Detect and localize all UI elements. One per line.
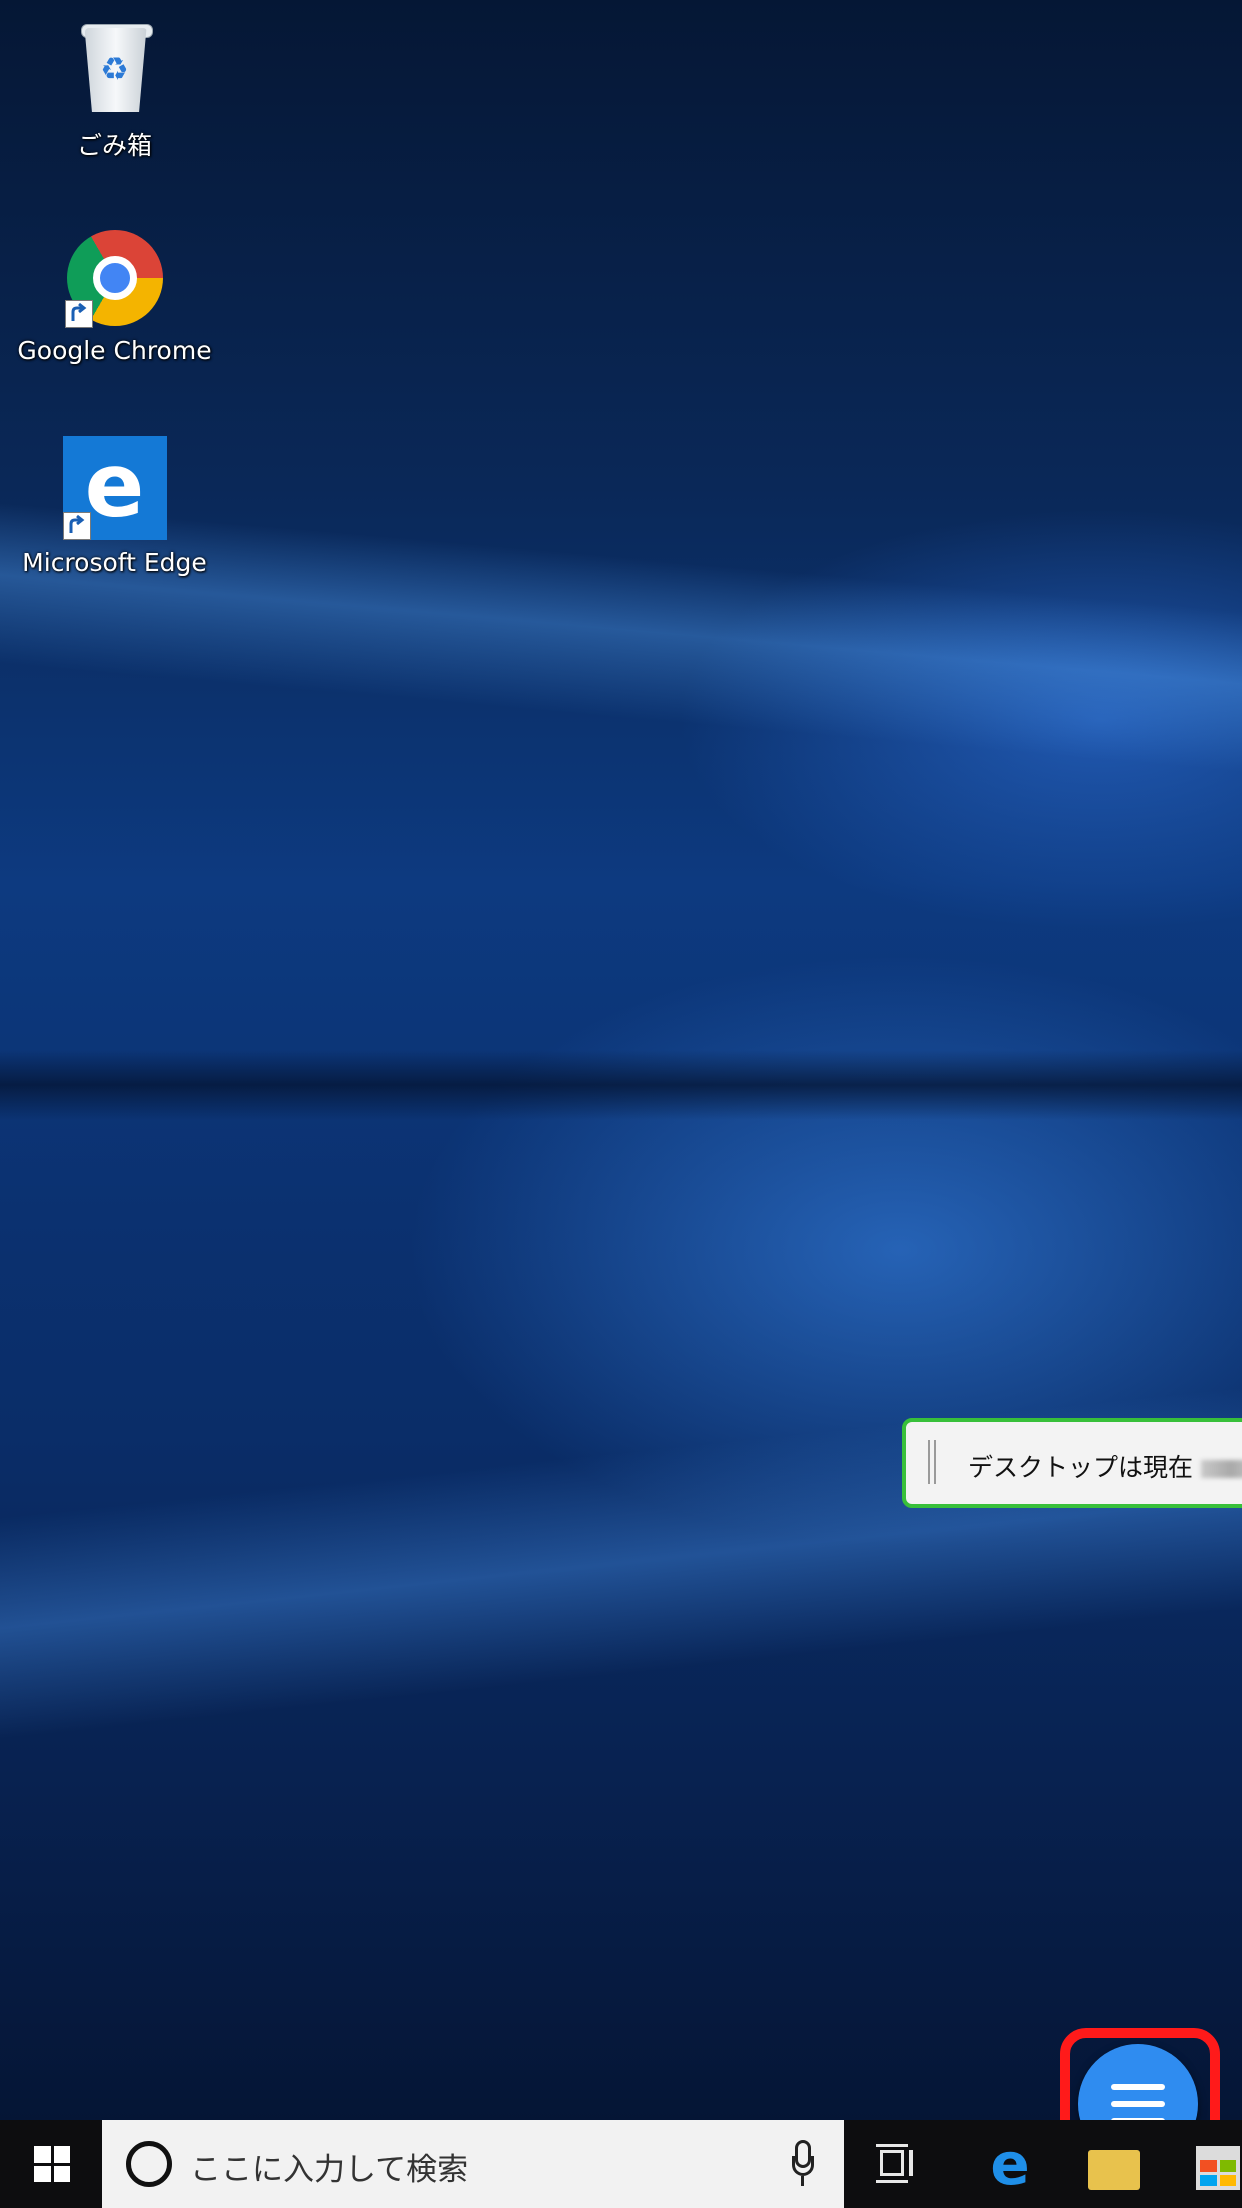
microphone-icon[interactable] (792, 2140, 814, 2188)
desktop-icon-microsoft-edge[interactable]: e Microsoft Edge (12, 436, 217, 578)
desktop-icon-label: ごみ箱 (76, 131, 152, 160)
notification-toast[interactable]: デスクトップは現在 (902, 1418, 1242, 1508)
shortcut-arrow-icon (62, 512, 91, 540)
store-icon[interactable] (1196, 2146, 1240, 2190)
search-placeholder: ここに入力して検索 (190, 2152, 469, 2188)
edge-icon[interactable]: e (980, 2134, 1040, 2194)
recycle-bin-icon: ♻ (65, 18, 165, 118)
taskbar: ここに入力して検索 e (0, 2120, 1242, 2208)
windows-logo-icon (34, 2146, 70, 2182)
search-box[interactable]: ここに入力して検索 (102, 2120, 844, 2208)
drag-grip-icon[interactable] (928, 1440, 936, 1484)
cortana-icon[interactable] (126, 2141, 172, 2187)
desktop-icon-recycle-bin[interactable]: ♻ ごみ箱 (12, 18, 217, 162)
desktop-icon-label: Microsoft Edge (22, 548, 207, 577)
desktop-icon-label: Google Chrome (17, 336, 212, 365)
desktop-icon-google-chrome[interactable]: Google Chrome (12, 228, 217, 365)
blurred-text (1201, 1460, 1242, 1478)
file-explorer-icon[interactable] (1088, 2150, 1140, 2190)
desktop: ♻ ごみ箱 Google Chrome e Microsoft Edge デスク… (0, 0, 1242, 2208)
start-button[interactable] (0, 2120, 102, 2208)
notification-text: デスクトップは現在 (968, 1453, 1194, 1482)
wallpaper-dark-band (0, 1050, 1242, 1120)
shortcut-arrow-icon (64, 300, 93, 328)
task-view-icon[interactable] (876, 2144, 916, 2184)
chrome-icon (64, 228, 165, 328)
edge-icon: e (62, 436, 167, 540)
